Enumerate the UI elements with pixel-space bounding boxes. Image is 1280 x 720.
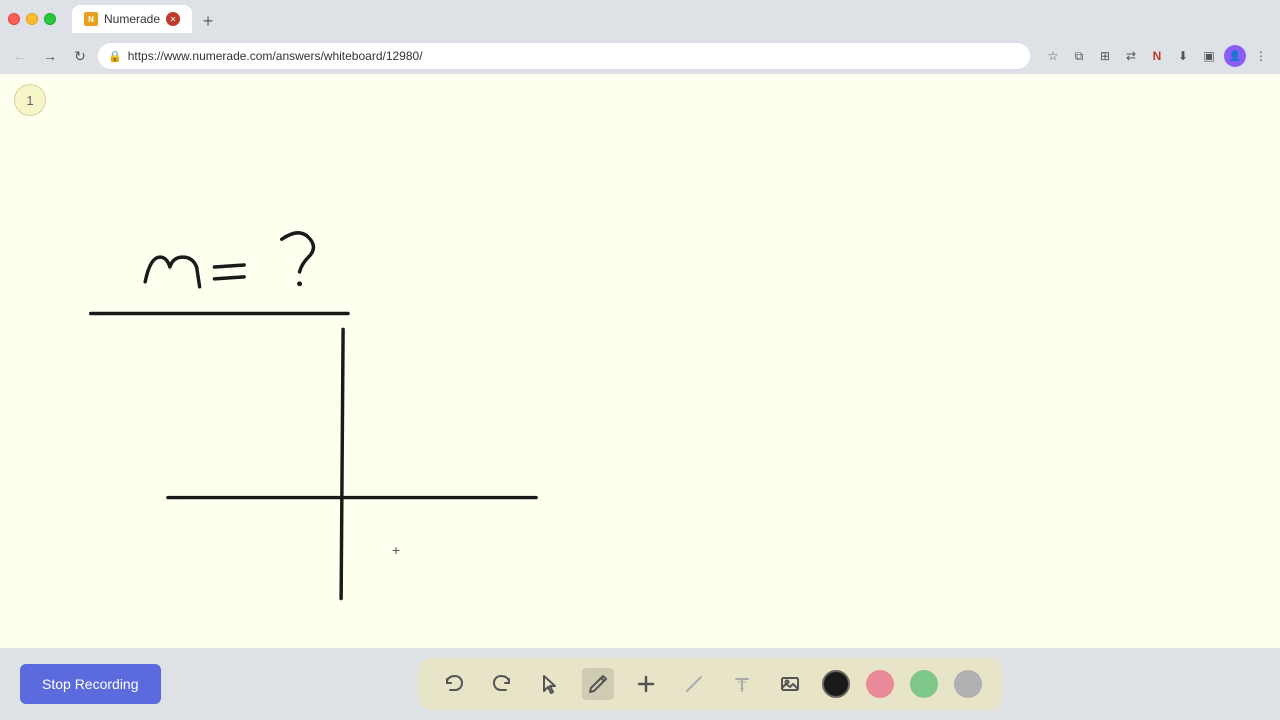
bookmark-star-icon[interactable]: ☆ xyxy=(1042,45,1064,67)
drawing-tools-panel: T xyxy=(418,658,1002,710)
grid-icon[interactable]: ⊞ xyxy=(1094,45,1116,67)
redo-button[interactable] xyxy=(486,668,518,700)
bottom-toolbar: Stop Recording xyxy=(0,648,1280,720)
image-tool-button[interactable] xyxy=(774,668,806,700)
maximize-button[interactable] xyxy=(44,13,56,25)
browser-toolbar-icons: ☆ ⧉ ⊞ ⇄ N ⬇ ▣ 👤 ⋮ xyxy=(1042,45,1272,67)
whiteboard-canvas[interactable] xyxy=(0,74,1280,648)
back-button[interactable]: ← xyxy=(8,44,32,68)
extensions-icon[interactable]: ⧉ xyxy=(1068,45,1090,67)
tabs-bar: N Numerade ✕ + xyxy=(72,5,1272,33)
select-tool-button[interactable] xyxy=(534,668,566,700)
url-text: https://www.numerade.com/answers/whitebo… xyxy=(128,49,1020,63)
refresh-button[interactable]: ↻ xyxy=(68,44,92,68)
pen-tool-button[interactable] xyxy=(582,668,614,700)
color-gray-swatch[interactable] xyxy=(954,670,982,698)
undo-button[interactable] xyxy=(438,668,470,700)
forward-button[interactable]: → xyxy=(38,44,62,68)
menu-icon[interactable]: ⋮ xyxy=(1250,45,1272,67)
traffic-lights xyxy=(8,13,56,25)
lock-icon: 🔒 xyxy=(108,50,122,63)
tab-title: Numerade xyxy=(104,12,160,26)
tab-favicon: N xyxy=(84,12,98,26)
address-bar: ← → ↻ 🔒 https://www.numerade.com/answers… xyxy=(0,38,1280,74)
active-tab[interactable]: N Numerade ✕ xyxy=(72,5,192,33)
browser-window: N Numerade ✕ + ← → ↻ 🔒 https://www.numer… xyxy=(0,0,1280,720)
close-button[interactable] xyxy=(8,13,20,25)
color-green-swatch[interactable] xyxy=(910,670,938,698)
minimize-button[interactable] xyxy=(26,13,38,25)
add-tool-button[interactable] xyxy=(630,668,662,700)
title-bar: N Numerade ✕ + xyxy=(0,0,1280,38)
sync-icon[interactable]: ⇄ xyxy=(1120,45,1142,67)
stop-recording-button[interactable]: Stop Recording xyxy=(20,664,161,704)
profile-avatar[interactable]: 👤 xyxy=(1224,45,1246,67)
text-tool-button[interactable]: T xyxy=(726,668,758,700)
svg-text:T: T xyxy=(738,678,746,692)
content-area: 1 + xyxy=(0,74,1280,648)
brand-icon[interactable]: N xyxy=(1146,45,1168,67)
download-icon[interactable]: ⬇ xyxy=(1172,45,1194,67)
sidebar-icon[interactable]: ▣ xyxy=(1198,45,1220,67)
url-bar[interactable]: 🔒 https://www.numerade.com/answers/white… xyxy=(98,43,1030,69)
tab-close-button[interactable]: ✕ xyxy=(166,12,180,26)
color-black-swatch[interactable] xyxy=(822,670,850,698)
color-pink-swatch[interactable] xyxy=(866,670,894,698)
new-tab-button[interactable]: + xyxy=(196,9,220,33)
eraser-tool-button[interactable] xyxy=(678,668,710,700)
